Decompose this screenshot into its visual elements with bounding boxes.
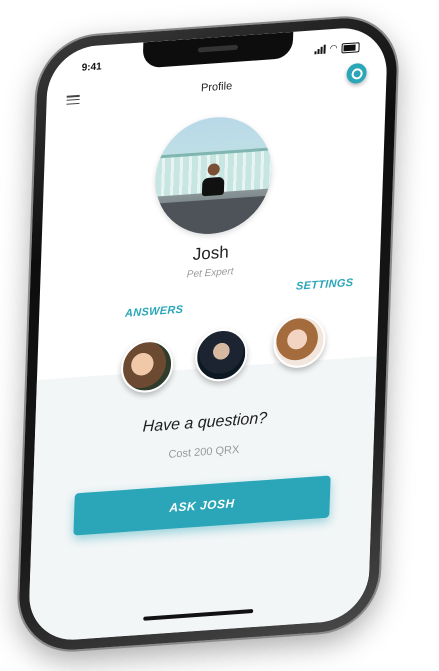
person-figure xyxy=(200,163,227,201)
device-mockup: 9:41 ◠ Profile Josh Pet Expert ANSWERS S… xyxy=(0,0,439,671)
notch xyxy=(142,31,294,69)
answers-link[interactable]: ANSWERS xyxy=(125,304,184,320)
friend-avatar[interactable] xyxy=(272,313,327,370)
page-title: Profile xyxy=(200,80,233,95)
wifi-icon: ◠ xyxy=(329,42,338,54)
profile-avatar xyxy=(153,113,274,238)
signal-icon xyxy=(314,44,326,55)
status-icons: ◠ xyxy=(314,41,360,55)
battery-icon xyxy=(341,41,360,53)
ground xyxy=(153,195,271,238)
friend-avatar[interactable] xyxy=(120,338,174,395)
speaker xyxy=(197,44,239,53)
status-time: 9:41 xyxy=(81,61,102,74)
friend-avatar[interactable] xyxy=(194,327,249,383)
phone-frame: 9:41 ◠ Profile Josh Pet Expert ANSWERS S… xyxy=(17,14,399,654)
app-screen: 9:41 ◠ Profile Josh Pet Expert ANSWERS S… xyxy=(27,25,389,643)
settings-link[interactable]: SETTINGS xyxy=(296,277,354,293)
